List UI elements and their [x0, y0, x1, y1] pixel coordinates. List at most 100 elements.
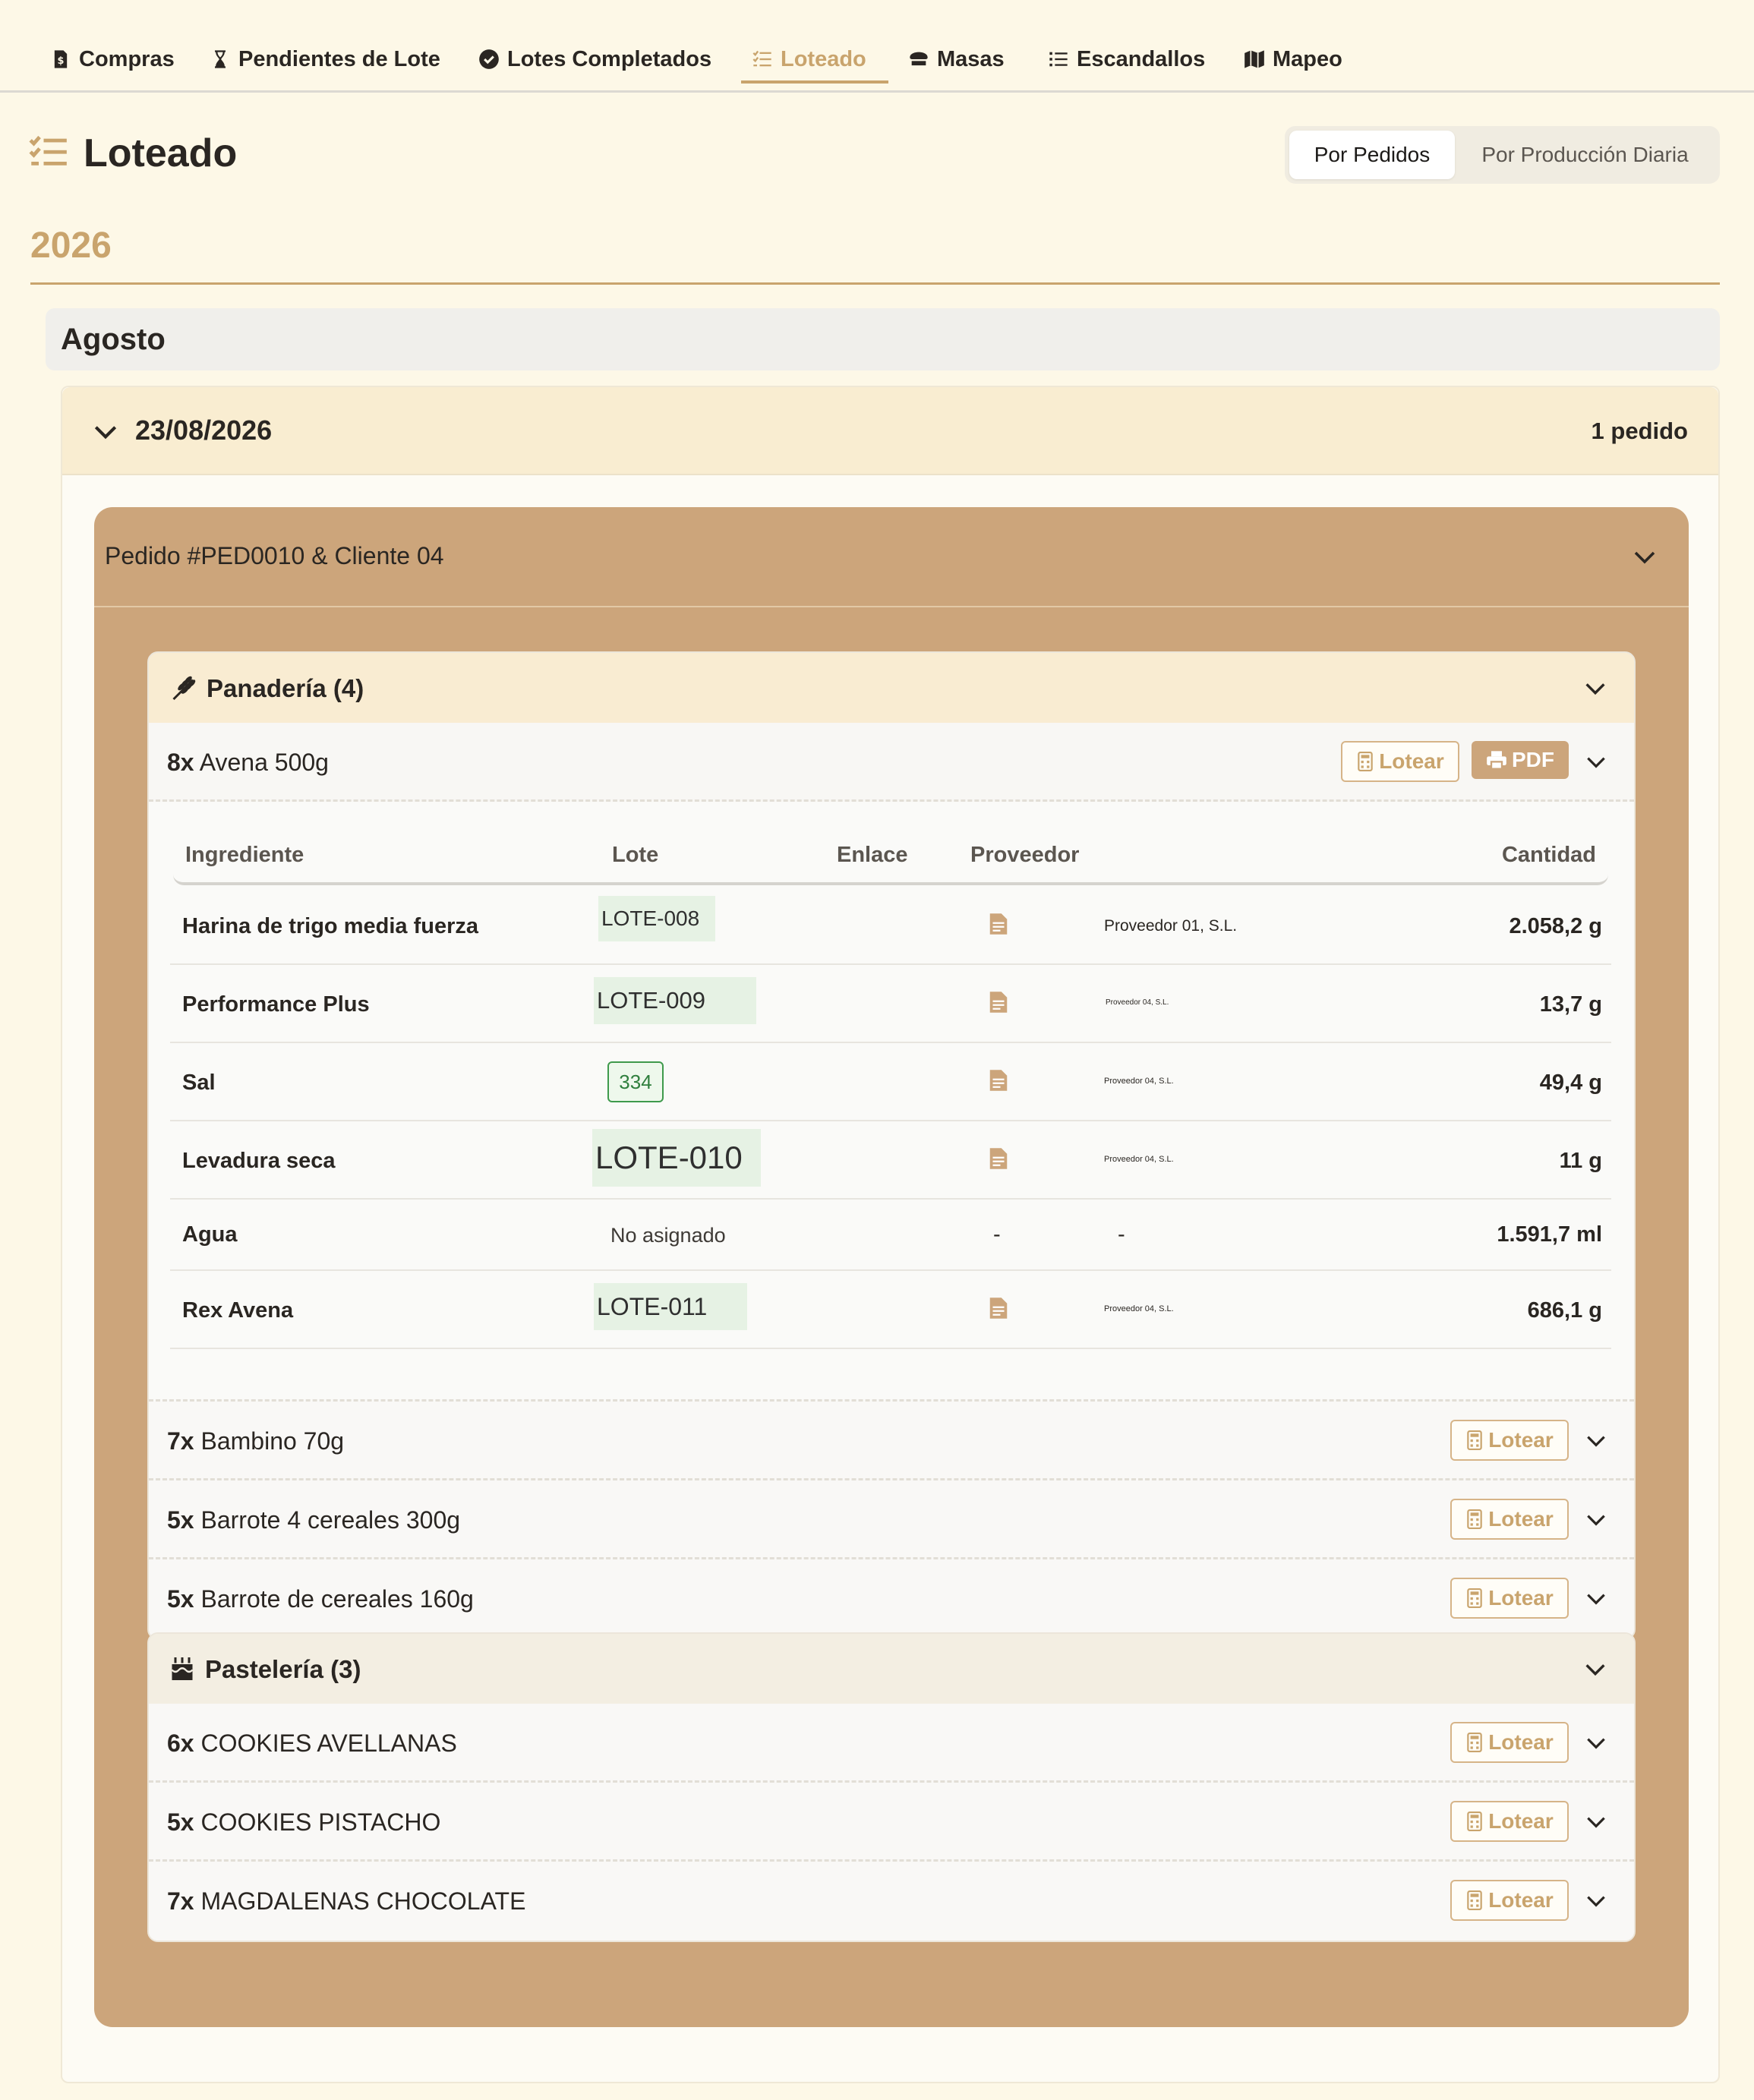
product-row[interactable]: 7x Bambino 70g Lotear	[149, 1402, 1634, 1480]
product-name: COOKIES PISTACHO	[200, 1808, 441, 1836]
tab-mapeo[interactable]: Mapeo	[1233, 38, 1353, 84]
lote-value: LOTE-009	[597, 987, 706, 1014]
product-name: Bambino 70g	[200, 1427, 345, 1455]
calculator-icon	[1467, 1509, 1482, 1529]
date-group-header[interactable]: 23/08/2026 1 pedido	[62, 387, 1718, 475]
product-label: 6x COOKIES AVELLANAS	[167, 1730, 457, 1758]
check-circle-icon	[479, 49, 499, 69]
tab-escandallos[interactable]: Escandallos	[1037, 38, 1216, 84]
product-row[interactable]: 7x MAGDALENAS CHOCOLATE Lotear	[149, 1862, 1634, 1941]
category-header[interactable]: Panadería (4)	[149, 653, 1634, 723]
chevron-down-icon	[1587, 1594, 1605, 1605]
lotear-label: Lotear	[1488, 1888, 1554, 1912]
product-row[interactable]: 8x Avena 500g Lotear PDF	[149, 723, 1634, 802]
category-header[interactable]: Pastelería (3)	[149, 1634, 1634, 1704]
product-name: Barrote de cereales 160g	[200, 1585, 474, 1613]
header-enlace: Enlace	[837, 843, 908, 867]
lote-chip[interactable]: LOTE-009	[594, 977, 756, 1024]
file-icon[interactable]	[989, 1297, 1008, 1320]
header-proveedor: Proveedor	[970, 843, 1080, 867]
tab-lotes-completados[interactable]: Lotes Completados	[468, 38, 722, 84]
calculator-icon	[1467, 1811, 1482, 1831]
lote-chip[interactable]: LOTE-011	[594, 1283, 747, 1330]
lote-badge[interactable]: 334	[607, 1061, 664, 1102]
month-heading: Agosto	[46, 308, 1720, 370]
product-label: 5x COOKIES PISTACHO	[167, 1808, 440, 1837]
link-empty: -	[993, 1222, 1001, 1247]
product-label: 5x Barrote 4 cereales 300g	[167, 1506, 460, 1534]
category-name: Pastelería (3)	[205, 1655, 361, 1683]
order-header[interactable]: Pedido #PED0010 & Cliente 04	[94, 507, 1689, 607]
product-row[interactable]: 5x Barrote 4 cereales 300g Lotear	[149, 1480, 1634, 1559]
lotear-button[interactable]: Lotear	[1450, 1578, 1569, 1619]
ingredient-table-header: Ingrediente Lote Enlace Proveedor Cantid…	[173, 823, 1608, 885]
lote-chip[interactable]: LOTE-010	[592, 1129, 761, 1187]
lotear-button[interactable]: Lotear	[1450, 1499, 1569, 1540]
print-icon	[1487, 751, 1506, 770]
product-row[interactable]: 5x Barrote de cereales 160g Lotear	[149, 1559, 1634, 1638]
chevron-down-icon	[1587, 1738, 1605, 1749]
supplier-name: Proveedor 04, S.L.	[1104, 1155, 1174, 1164]
header-cantidad: Cantidad	[1501, 843, 1596, 867]
view-option-por-produccion-diaria[interactable]: Por Producción Diaria	[1455, 131, 1715, 179]
ingredient-name: Sal	[182, 1070, 216, 1095]
lotear-label: Lotear	[1379, 749, 1444, 773]
calculator-icon	[1358, 752, 1373, 771]
tab-label: Mapeo	[1273, 47, 1342, 71]
view-option-por-pedidos[interactable]: Por Pedidos	[1289, 131, 1455, 179]
quantity: 49,4 g	[1539, 1070, 1602, 1095]
chevron-down-icon	[1585, 683, 1605, 695]
month-label: Agosto	[61, 322, 166, 356]
table-row: Rex Avena LOTE-011 Proveedor 04, S.L. 68…	[170, 1271, 1611, 1349]
order-title: Pedido #PED0010 & Cliente 04	[105, 542, 444, 569]
header-ingrediente: Ingrediente	[185, 843, 304, 867]
tab-compras[interactable]: $ Compras	[39, 38, 185, 84]
lote-chip[interactable]: LOTE-008	[598, 896, 715, 941]
ingredient-name: Rex Avena	[182, 1298, 294, 1323]
file-icon[interactable]	[989, 1069, 1008, 1092]
product-name: COOKIES AVELLANAS	[200, 1730, 457, 1757]
product-row[interactable]: 6x COOKIES AVELLANAS Lotear	[149, 1704, 1634, 1783]
lotear-button[interactable]: Lotear	[1450, 1722, 1569, 1763]
tab-loteado[interactable]: Loteado	[741, 38, 888, 84]
chevron-down-icon	[1587, 1515, 1605, 1526]
tab-pendientes-de-lote[interactable]: Pendientes de Lote	[199, 38, 451, 84]
chevron-down-icon	[1585, 1664, 1605, 1676]
product-name: Barrote 4 cereales 300g	[200, 1506, 461, 1534]
chevron-down-icon	[1634, 551, 1655, 564]
file-icon[interactable]	[989, 913, 1008, 935]
chevron-down-icon	[1587, 1817, 1605, 1828]
header-lote: Lote	[612, 843, 659, 867]
table-row: Performance Plus LOTE-009 Proveedor 04, …	[170, 965, 1611, 1043]
year-heading: 2026	[30, 225, 112, 266]
file-icon[interactable]	[989, 991, 1008, 1014]
pdf-button[interactable]: PDF	[1472, 741, 1569, 779]
order-card: Pedido #PED0010 & Cliente 04 Panadería (…	[94, 507, 1689, 2027]
page-title: Loteado	[84, 131, 238, 175]
product-qty: 5x	[167, 1585, 194, 1613]
product-row[interactable]: 5x COOKIES PISTACHO Lotear	[149, 1783, 1634, 1862]
product-qty: 6x	[167, 1730, 194, 1757]
lotear-button[interactable]: Lotear	[1450, 1880, 1569, 1921]
tab-masas[interactable]: Masas	[898, 38, 1015, 84]
lotear-button[interactable]: Lotear	[1341, 741, 1459, 782]
lotear-button[interactable]: Lotear	[1450, 1420, 1569, 1461]
order-count: 1 pedido	[1591, 418, 1688, 444]
cake-icon	[171, 1657, 194, 1680]
supplier-name: Proveedor 04, S.L.	[1104, 1304, 1174, 1313]
table-row: Harina de trigo media fuerza LOTE-008 Pr…	[170, 887, 1611, 965]
ingredient-name: Performance Plus	[182, 992, 370, 1017]
bread-icon	[910, 52, 928, 66]
calculator-icon	[1467, 1588, 1482, 1608]
lote-value: LOTE-008	[601, 907, 700, 930]
file-icon[interactable]	[989, 1147, 1008, 1170]
date-label: 23/08/2026	[135, 415, 273, 446]
product-label: 5x Barrote de cereales 160g	[167, 1585, 474, 1613]
lotear-button[interactable]: Lotear	[1450, 1801, 1569, 1842]
quantity: 1.591,7 ml	[1497, 1222, 1602, 1247]
quantity: 686,1 g	[1527, 1298, 1602, 1323]
chevron-down-icon	[1587, 757, 1605, 768]
tab-label: Escandallos	[1077, 47, 1206, 71]
supplier-empty: -	[1118, 1222, 1125, 1247]
quantity: 11 g	[1559, 1149, 1602, 1173]
